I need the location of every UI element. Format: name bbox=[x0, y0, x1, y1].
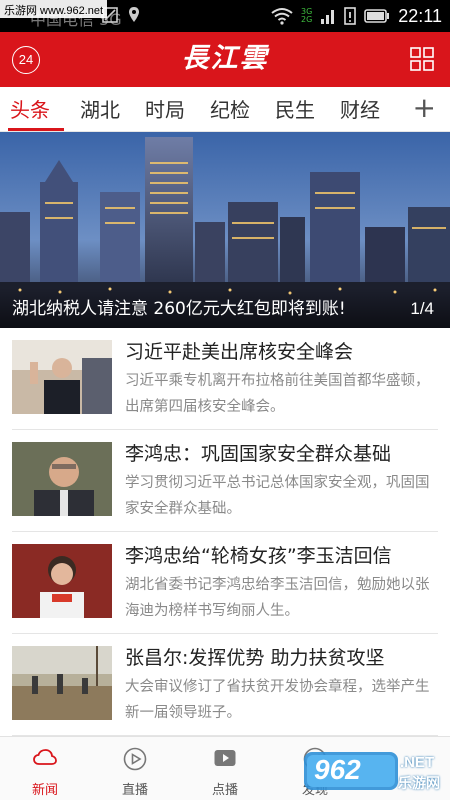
channel-tab-bar: 头条 湖北 时局 纪检 民生 财经 + bbox=[0, 87, 450, 132]
news-summary: 学习贯彻习近平总书记总体国家安全观，巩固国家安全群众基础。 bbox=[125, 475, 430, 517]
play-circle-icon bbox=[123, 747, 147, 771]
cloud-icon bbox=[33, 749, 57, 765]
news-title: 李鸿忠：巩固国家安全群众基础 bbox=[125, 443, 392, 465]
status-right: 3G 2G 22:11 bbox=[271, 4, 442, 28]
location-icon bbox=[129, 7, 139, 22]
news-summary: 大会审议修订了省扶贫开发协会章程，选举产生新一届领导班子。 bbox=[125, 679, 430, 721]
news-title: 李鸿忠给“轮椅女孩”李玉洁回信 bbox=[125, 545, 392, 567]
add-channel-button[interactable]: + bbox=[413, 93, 436, 123]
tab-hubei[interactable]: 湖北 bbox=[80, 95, 120, 125]
news-thumbnail bbox=[12, 544, 112, 618]
net-tag-2g: 2G bbox=[300, 15, 313, 24]
headline-banner[interactable]: 湖北纳税人请注意 260亿元大红包即将到账! 1/4 bbox=[0, 132, 450, 328]
nav-news-label: 新闻 bbox=[31, 783, 58, 798]
nav-live[interactable]: 直播 bbox=[90, 737, 180, 800]
tab-livelihood[interactable]: 民生 bbox=[275, 95, 315, 125]
watermark-text: 乐游网 bbox=[398, 776, 440, 792]
news-item[interactable]: 李鸿忠给“轮椅女孩”李玉洁回信 湖北省委书记李鸿忠给李玉洁回信，勉励她以张海迪为… bbox=[0, 532, 450, 634]
tab-finance[interactable]: 财经 bbox=[340, 95, 380, 125]
status-bar: 中国电信 5G 3G 2G 22:11 乐游网 www.962.net bbox=[0, 0, 450, 32]
watermark-number: 962 bbox=[314, 754, 361, 785]
wifi-icon bbox=[271, 8, 293, 25]
signal-icon bbox=[321, 10, 335, 24]
watermark-logo: 962 .NET 乐游网 bbox=[304, 748, 444, 794]
nav-news[interactable]: 新闻 bbox=[0, 737, 90, 800]
news-item[interactable]: 张昌尔:发挥优势 助力扶贫攻坚 大会审议修订了省扶贫开发协会章程，选举产生新一届… bbox=[0, 634, 450, 736]
tab-headlines[interactable]: 头条 bbox=[10, 95, 50, 125]
tab-discipline[interactable]: 纪检 bbox=[210, 95, 250, 125]
app-header: 24 長江雲 bbox=[0, 32, 450, 87]
grid-menu-icon[interactable] bbox=[410, 47, 434, 71]
tab-current-affairs[interactable]: 时局 bbox=[145, 95, 185, 125]
news-list: 习近平赴美出席核安全峰会 习近平乘专机离开布拉格前往美国首都华盛顿，出席第四届核… bbox=[0, 328, 450, 736]
sim-alert-icon bbox=[344, 7, 357, 25]
nav-on-demand-label: 点播 bbox=[211, 783, 238, 798]
news-summary: 习近平乘专机离开布拉格前往美国首都华盛顿，出席第四届核安全峰会。 bbox=[125, 373, 430, 415]
news-summary: 湖北省委书记李鸿忠给李玉洁回信，勉励她以张海迪为榜样书写绚丽人生。 bbox=[125, 577, 430, 619]
weather-badge[interactable]: 24 bbox=[12, 46, 40, 74]
news-thumbnail bbox=[12, 442, 112, 516]
news-item[interactable]: 李鸿忠：巩固国家安全群众基础 学习贯彻习近平总书记总体国家安全观，巩固国家安全群… bbox=[0, 430, 450, 532]
news-item[interactable]: 习近平赴美出席核安全峰会 习近平乘专机离开布拉格前往美国首都华盛顿，出席第四届核… bbox=[0, 328, 450, 430]
news-title: 习近平赴美出席核安全峰会 bbox=[125, 341, 354, 363]
network-type-tag: 3G 2G bbox=[301, 8, 312, 24]
watermark-top: 乐游网 www.962.net bbox=[0, 0, 108, 18]
banner-caption: 湖北纳税人请注意 260亿元大红包即将到账! 1/4 bbox=[0, 288, 450, 328]
watermark-suffix: .NET bbox=[400, 754, 435, 771]
nav-live-label: 直播 bbox=[121, 783, 148, 798]
banner-page-indicator: 1/4 bbox=[410, 299, 434, 318]
nav-on-demand[interactable]: 点播 bbox=[180, 737, 270, 800]
app-logo: 長江雲 bbox=[181, 43, 269, 74]
banner-title: 湖北纳税人请注意 260亿元大红包即将到账! bbox=[12, 299, 346, 319]
status-icons-left bbox=[102, 6, 140, 24]
status-time: 22:11 bbox=[398, 5, 442, 26]
news-title: 张昌尔:发挥优势 助力扶贫攻坚 bbox=[125, 647, 385, 669]
news-thumbnail bbox=[12, 646, 112, 720]
news-thumbnail bbox=[12, 340, 112, 414]
active-tab-indicator bbox=[8, 128, 64, 131]
battery-icon bbox=[364, 9, 390, 23]
video-icon bbox=[214, 750, 236, 766]
